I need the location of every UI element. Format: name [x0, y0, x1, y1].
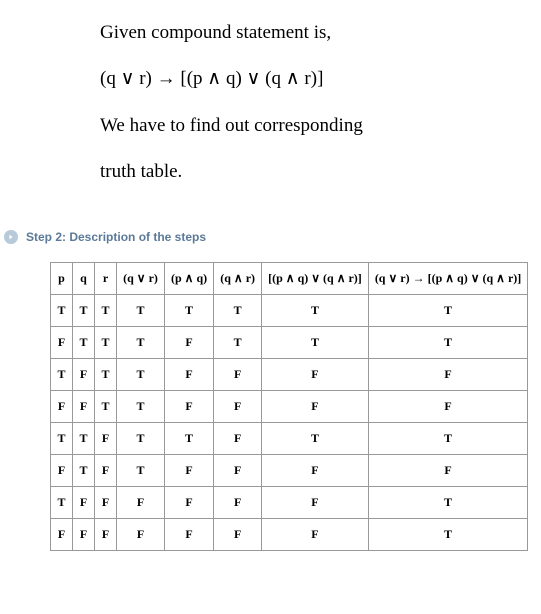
table-cell: T: [214, 326, 262, 358]
col-qar: (q ∧ r): [214, 262, 262, 294]
col-impl: (q ∨ r) → [(p ∧ q) ∨ (q ∧ r)]: [368, 262, 527, 294]
table-cell: T: [95, 294, 117, 326]
table-cell: F: [262, 358, 369, 390]
table-cell: F: [73, 518, 95, 550]
table-cell: T: [165, 422, 214, 454]
table-cell: F: [73, 358, 95, 390]
table-cell: T: [73, 326, 95, 358]
table-cell: F: [95, 454, 117, 486]
table-cell: T: [51, 422, 73, 454]
table-cell: T: [368, 518, 527, 550]
table-cell: F: [165, 486, 214, 518]
table-cell: F: [368, 358, 527, 390]
table-cell: F: [51, 390, 73, 422]
table-cell: T: [165, 294, 214, 326]
table-body: TTTTTTTTFTTTFTTTTFTTFFFFFFTTFFFFTTFTTFTT…: [51, 294, 528, 550]
table-cell: T: [262, 326, 369, 358]
table-cell: T: [73, 294, 95, 326]
table-cell: F: [214, 486, 262, 518]
table-row: TTFTTFTT: [51, 422, 528, 454]
table-cell: T: [51, 294, 73, 326]
table-cell: T: [51, 486, 73, 518]
table-cell: F: [51, 518, 73, 550]
col-p: p: [51, 262, 73, 294]
table-cell: F: [95, 486, 117, 518]
table-cell: T: [51, 358, 73, 390]
table-cell: F: [117, 518, 165, 550]
col-q: q: [73, 262, 95, 294]
table-row: TFFFFFFT: [51, 486, 528, 518]
table-cell: F: [117, 486, 165, 518]
table-cell: F: [262, 454, 369, 486]
table-cell: F: [73, 390, 95, 422]
table-cell: F: [51, 454, 73, 486]
table-cell: T: [117, 422, 165, 454]
table-row: TFTTFFFF: [51, 358, 528, 390]
table-row: FTFTFFFF: [51, 454, 528, 486]
table-row: TTTTTTTT: [51, 294, 528, 326]
table-cell: T: [73, 454, 95, 486]
table-cell: F: [262, 518, 369, 550]
table-cell: T: [262, 422, 369, 454]
intro-section: Given compound statement is, (q ∨ r) → […: [0, 0, 541, 224]
table-cell: F: [214, 358, 262, 390]
table-cell: F: [165, 358, 214, 390]
table-cell: F: [262, 390, 369, 422]
table-cell: T: [368, 294, 527, 326]
table-cell: T: [368, 326, 527, 358]
intro-line-1: Given compound statement is,: [100, 18, 501, 48]
table-cell: F: [73, 486, 95, 518]
table-cell: T: [117, 294, 165, 326]
intro-line-4: truth table.: [100, 157, 501, 187]
table-cell: F: [95, 518, 117, 550]
intro-line-2: (q ∨ r) → [(p ∧ q) ∨ (q ∧ r)]: [100, 64, 501, 94]
intro-line-3: We have to find out corresponding: [100, 111, 501, 141]
table-cell: F: [214, 390, 262, 422]
table-header-row: p q r (q ∨ r) (p ∧ q) (q ∧ r) [(p ∧ q) ∨…: [51, 262, 528, 294]
table-cell: F: [165, 326, 214, 358]
col-r: r: [95, 262, 117, 294]
table-row: FTTTFTTT: [51, 326, 528, 358]
table-row: FFFFFFFT: [51, 518, 528, 550]
table-cell: T: [117, 358, 165, 390]
step-title: Step 2: Description of the steps: [26, 230, 206, 244]
table-row: FFTTFFFF: [51, 390, 528, 422]
table-cell: F: [51, 326, 73, 358]
col-disj: [(p ∧ q) ∨ (q ∧ r)]: [262, 262, 369, 294]
table-cell: F: [165, 454, 214, 486]
table-cell: F: [214, 454, 262, 486]
table-cell: T: [73, 422, 95, 454]
table-cell: F: [214, 422, 262, 454]
col-paq: (p ∧ q): [165, 262, 214, 294]
truth-table: p q r (q ∨ r) (p ∧ q) (q ∧ r) [(p ∧ q) ∨…: [50, 262, 528, 551]
truth-table-container: p q r (q ∨ r) (p ∧ q) (q ∧ r) [(p ∧ q) ∨…: [0, 262, 541, 551]
table-cell: T: [368, 422, 527, 454]
table-cell: F: [165, 518, 214, 550]
table-cell: T: [117, 326, 165, 358]
table-cell: T: [262, 294, 369, 326]
table-cell: F: [165, 390, 214, 422]
table-cell: T: [117, 454, 165, 486]
table-cell: T: [117, 390, 165, 422]
table-cell: F: [368, 454, 527, 486]
step-header: Step 2: Description of the steps: [0, 224, 541, 250]
table-cell: F: [368, 390, 527, 422]
table-cell: T: [95, 358, 117, 390]
table-cell: F: [214, 518, 262, 550]
table-cell: T: [368, 486, 527, 518]
col-qvr: (q ∨ r): [117, 262, 165, 294]
table-cell: T: [95, 390, 117, 422]
table-cell: F: [262, 486, 369, 518]
arrow-right-icon: [4, 230, 18, 244]
table-cell: F: [95, 422, 117, 454]
table-cell: T: [214, 294, 262, 326]
table-cell: T: [95, 326, 117, 358]
